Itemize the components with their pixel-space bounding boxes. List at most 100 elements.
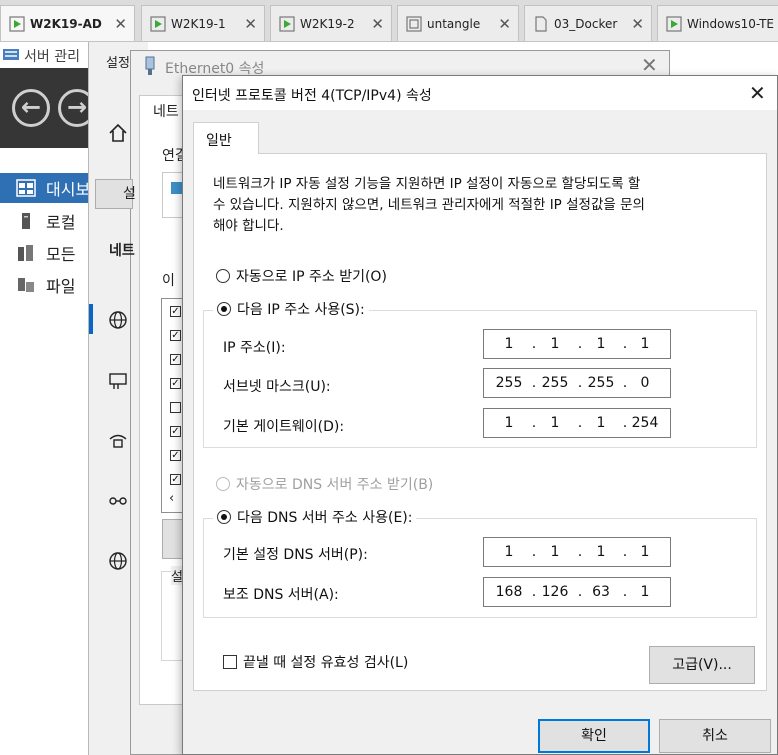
octet-separator: . bbox=[531, 544, 537, 560]
server-manager-banner: ← → bbox=[0, 68, 100, 148]
protocol-checkbox[interactable]: ✓ bbox=[170, 306, 181, 317]
description-line: 해야 합니다. bbox=[213, 218, 284, 234]
close-icon[interactable]: ✕ bbox=[371, 15, 384, 33]
subnet-mask-input[interactable]: 255 . 255 . 255 . 0 bbox=[483, 368, 671, 398]
description-line: 수 있습니다. 지원하지 않으면, 네트워크 관리자에게 적절한 IP 설정값을… bbox=[213, 197, 645, 213]
document-icon bbox=[535, 15, 547, 32]
network-adapter-icon bbox=[145, 56, 155, 75]
network-heading: 네트 bbox=[109, 243, 135, 259]
ip-octet: 1 bbox=[550, 415, 560, 431]
vm-tab-label: Windows10-TE bbox=[687, 16, 774, 31]
protocol-checkbox[interactable]: ✓ bbox=[170, 330, 181, 341]
octet-separator: . bbox=[577, 336, 583, 352]
ip-octet: 255 bbox=[587, 375, 615, 391]
vm-console-icon bbox=[279, 15, 295, 32]
protocol-checkbox[interactable]: ✓ bbox=[170, 354, 181, 365]
sidebar-item-label: 파일 bbox=[46, 277, 76, 296]
sidebar-item-dashboard[interactable]: 대시보 bbox=[0, 173, 100, 203]
ip-auto-radio[interactable]: 자동으로 IP 주소 받기(O) bbox=[216, 266, 387, 286]
radio-circle bbox=[217, 510, 231, 524]
close-icon[interactable]: ✕ bbox=[641, 53, 658, 77]
vm-console-icon bbox=[666, 15, 682, 32]
selected-indicator bbox=[89, 304, 93, 334]
vm-stopped-icon bbox=[406, 15, 422, 32]
validate-settings-checkbox[interactable]: 끝낼 때 설정 유효성 검사(L) bbox=[223, 652, 408, 672]
sidebar-item-label: 로컬 bbox=[46, 213, 76, 232]
protocol-checkbox[interactable]: ✓ bbox=[170, 378, 181, 389]
items-label: 이 bbox=[162, 273, 175, 289]
ip-address-input[interactable]: 1 . 1 . 1 . 1 bbox=[483, 329, 671, 359]
vm-tab-label: untangle bbox=[427, 16, 481, 31]
tab-general[interactable]: 일반 bbox=[193, 122, 259, 154]
home-icon[interactable] bbox=[107, 122, 129, 144]
advanced-button[interactable]: 고급(V)... bbox=[649, 646, 755, 684]
close-icon[interactable]: ✕ bbox=[631, 15, 644, 33]
sidebar-item-files[interactable]: 파일 bbox=[0, 270, 100, 300]
ip-octet: 63 bbox=[592, 584, 610, 600]
close-icon[interactable]: ✕ bbox=[244, 15, 257, 33]
close-icon[interactable]: ✕ bbox=[114, 15, 127, 33]
alternate-dns-label: 보조 DNS 서버(A): bbox=[223, 587, 339, 603]
server-manager-sidebar: 대시보 로컬 모든 파일 bbox=[0, 148, 100, 755]
file-services-icon bbox=[18, 278, 34, 292]
ip-octet: 1 bbox=[504, 336, 514, 352]
server-manager-icon bbox=[3, 49, 19, 60]
default-gateway-input[interactable]: 1 . 1 . 1 . 254 bbox=[483, 408, 671, 438]
dial-up-icon[interactable] bbox=[107, 430, 129, 452]
protocol-checkbox[interactable] bbox=[170, 402, 181, 413]
close-icon[interactable]: ✕ bbox=[498, 15, 511, 33]
ip-octet: 168 bbox=[495, 584, 523, 600]
vm-tab-w2k19-2[interactable]: W2K19-2 ✕ bbox=[270, 5, 392, 41]
ip-manual-radio[interactable]: 다음 IP 주소 사용(S): bbox=[213, 299, 369, 319]
description-line: 네트워크가 IP 자동 설정 기능을 지원하면 IP 설정이 자동으로 할당되도… bbox=[213, 176, 641, 192]
ip-address-label: IP 주소(I): bbox=[223, 340, 286, 356]
ethernet-icon[interactable] bbox=[107, 370, 129, 392]
dialog-description: 네트워크가 IP 자동 설정 기능을 지원하면 IP 설정이 자동으로 할당되도… bbox=[213, 174, 743, 237]
network-globe-icon[interactable] bbox=[107, 309, 129, 331]
protocol-checkbox[interactable]: ✓ bbox=[170, 450, 181, 461]
back-arrow-icon[interactable]: ← bbox=[12, 89, 50, 127]
protocol-checkbox[interactable]: ✓ bbox=[170, 426, 181, 437]
vm-tab-w2k19-ad[interactable]: W2K19-AD ✕ bbox=[0, 5, 135, 41]
ip-octet: 1 bbox=[596, 544, 606, 560]
close-icon[interactable]: ✕ bbox=[749, 81, 766, 105]
radio-circle bbox=[216, 477, 230, 491]
sidebar-item-all[interactable]: 모든 bbox=[0, 238, 100, 268]
preferred-dns-input[interactable]: 1 . 1 . 1 . 1 bbox=[483, 537, 671, 567]
ipv4-properties-dialog: 인터넷 프로토콜 버전 4(TCP/IPv4) 속성 ✕ 일반 네트워크가 IP… bbox=[182, 75, 778, 755]
sidebar-item-local[interactable]: 로컬 bbox=[0, 206, 100, 236]
radio-circle bbox=[216, 269, 230, 283]
ip-octet: 1 bbox=[640, 544, 650, 560]
cancel-button[interactable]: 취소 bbox=[659, 719, 771, 753]
dns-manual-radio[interactable]: 다음 DNS 서버 주소 사용(E): bbox=[213, 507, 417, 527]
ip-octet: 1 bbox=[504, 544, 514, 560]
ip-octet: 1 bbox=[550, 544, 560, 560]
proxy-globe-icon[interactable] bbox=[107, 550, 129, 572]
vm-tab-label: W2K19-1 bbox=[171, 16, 226, 31]
vm-tab-w2k19-1[interactable]: W2K19-1 ✕ bbox=[141, 5, 265, 41]
server-icon bbox=[22, 213, 30, 229]
octet-separator: . bbox=[577, 375, 583, 391]
ethernet-tab-networking[interactable]: 네트 bbox=[153, 101, 179, 121]
vm-tab-label: W2K19-2 bbox=[300, 16, 355, 31]
scroll-left-icon[interactable]: ‹ bbox=[169, 491, 174, 506]
default-gateway-label: 기본 게이트웨이(D): bbox=[223, 419, 345, 435]
vpn-icon[interactable] bbox=[107, 490, 129, 512]
octet-separator: . bbox=[531, 375, 537, 391]
dns-auto-radio[interactable]: 자동으로 DNS 서버 주소 받기(B) bbox=[216, 474, 433, 494]
dns-manual-label: 다음 DNS 서버 주소 사용(E): bbox=[237, 510, 413, 526]
octet-separator: . bbox=[577, 584, 583, 600]
ip-octet: 254 bbox=[631, 415, 659, 431]
protocol-checkbox[interactable]: ✓ bbox=[170, 474, 181, 485]
servers-icon bbox=[18, 245, 33, 261]
vm-tab-untangle[interactable]: untangle ✕ bbox=[397, 5, 519, 41]
subnet-mask-label: 서브넷 마스크(U): bbox=[223, 379, 331, 395]
vm-tab-03-docker[interactable]: 03_Docker ✕ bbox=[524, 5, 652, 41]
dashboard-icon bbox=[16, 179, 36, 197]
vm-tab-label: 03_Docker bbox=[554, 16, 618, 31]
ok-button[interactable]: 확인 bbox=[538, 719, 650, 753]
vm-tab-windows10[interactable]: Windows10-TE bbox=[657, 5, 778, 41]
alternate-dns-input[interactable]: 168 . 126 . 63 . 1 bbox=[483, 577, 671, 607]
sidebar-item-label: 대시보 bbox=[46, 180, 91, 199]
validate-settings-label: 끝낼 때 설정 유효성 검사(L) bbox=[243, 655, 409, 671]
